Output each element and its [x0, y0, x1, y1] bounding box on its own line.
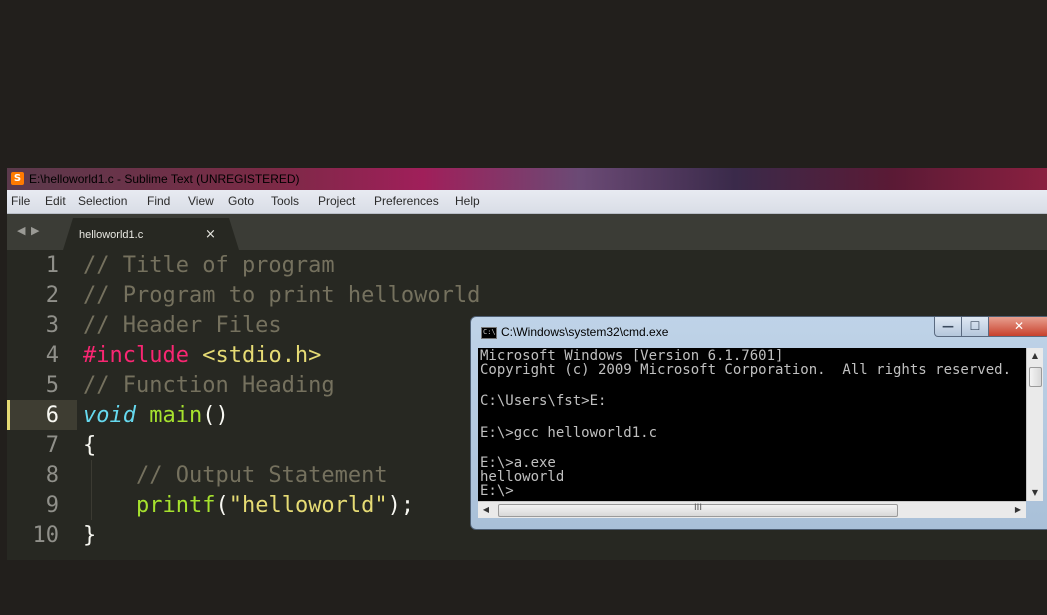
code-token: #include — [83, 343, 189, 368]
vertical-scroll-thumb[interactable] — [1029, 367, 1042, 387]
tab-nav-arrows-icon[interactable]: ◀ ▶ — [17, 224, 40, 237]
menu-project[interactable]: Project — [318, 194, 355, 208]
line-number: 9 — [45, 493, 59, 518]
code-token: void — [83, 403, 136, 428]
code-token: // Title of program — [83, 253, 335, 278]
code-token: } — [83, 523, 97, 548]
scroll-up-icon[interactable]: ▲ — [1027, 348, 1043, 364]
menu-help[interactable]: Help — [455, 194, 480, 208]
vertical-scrollbar[interactable]: ▲ ▼ — [1026, 348, 1043, 501]
tab-helloworld1[interactable]: helloworld1.c × — [63, 218, 239, 250]
menu-goto[interactable]: Goto — [228, 194, 254, 208]
line-number: 3 — [45, 313, 59, 338]
line-number: 2 — [45, 283, 59, 308]
code-text: } — [83, 523, 96, 548]
console-line: C:\Users\fst>E: — [480, 393, 607, 409]
line-number: 4 — [45, 343, 59, 368]
scroll-down-icon[interactable]: ▼ — [1027, 485, 1043, 501]
menu-selection[interactable]: Selection — [78, 194, 127, 208]
menu-preferences[interactable]: Preferences — [374, 194, 439, 208]
scroll-right-icon[interactable]: ▶ — [1010, 502, 1026, 518]
code-token: // Output Statement — [135, 463, 388, 488]
code-token: { — [83, 433, 97, 458]
maximize-button[interactable]: ☐ — [961, 317, 989, 337]
menu-file[interactable]: File — [11, 194, 30, 208]
code-text: void main() — [83, 403, 229, 428]
console-line: Copyright (c) 2009 Microsoft Corporation… — [480, 362, 1012, 378]
cmd-title: C:\Windows\system32\cmd.exe — [501, 325, 669, 339]
code-text: // Function Heading — [83, 373, 335, 398]
code-text: #include <stdio.h> — [83, 343, 321, 368]
console-line: E:\>gcc helloworld1.c — [480, 425, 658, 441]
title-bar: S E:\helloworld1.c - Sublime Text (UNREG… — [7, 168, 1047, 190]
line-number: 1 — [45, 253, 59, 278]
tab-bar: ◀ ▶ helloworld1.c × — [7, 214, 1047, 250]
menu-tools[interactable]: Tools — [271, 194, 299, 208]
cmd-window[interactable]: C:\ C:\Windows\system32\cmd.exe — ☐ ✕ Mi… — [470, 316, 1047, 530]
code-token: // Program to print helloworld — [83, 283, 481, 308]
code-token: printf — [135, 493, 216, 518]
menu-edit[interactable]: Edit — [45, 194, 66, 208]
tab-close-icon[interactable]: × — [205, 227, 216, 242]
code-line: 2 // Program to print helloworld — [7, 283, 1047, 313]
code-text: // Title of program — [83, 253, 335, 278]
sublime-logo-icon: S — [11, 172, 24, 185]
code-text: { — [83, 433, 96, 458]
code-token: main — [149, 403, 203, 428]
line-number: 6 — [45, 403, 59, 428]
code-token: // Function Heading — [83, 373, 335, 398]
horizontal-scroll-thumb[interactable]: III — [498, 503, 898, 517]
scroll-left-icon[interactable]: ◀ — [478, 502, 494, 518]
cmd-icon: C:\ — [481, 327, 497, 339]
console-output[interactable]: Microsoft Windows [Version 6.1.7601] Copy… — [478, 348, 1026, 501]
code-text: // Output Statement — [83, 463, 388, 488]
menu-find[interactable]: Find — [147, 194, 170, 208]
code-token: ); — [387, 493, 415, 518]
code-token: () — [202, 403, 229, 428]
line-number: 10 — [32, 523, 60, 548]
line-number: 7 — [45, 433, 59, 458]
menu-bar: File Edit Selection Find View Goto Tools… — [7, 190, 1047, 214]
close-button[interactable]: ✕ — [988, 317, 1047, 337]
tab-label: helloworld1.c — [79, 229, 144, 241]
line-number: 5 — [45, 373, 59, 398]
code-token: ( — [215, 493, 229, 518]
code-text: // Program to print helloworld — [83, 283, 480, 308]
code-text: printf("helloworld"); — [83, 493, 414, 518]
minimize-button[interactable]: — — [934, 317, 962, 337]
line-number: 8 — [45, 463, 59, 488]
code-token: <stdio.h> — [202, 343, 322, 368]
window-title: E:\helloworld1.c - Sublime Text (UNREGIS… — [29, 172, 300, 186]
code-token: "helloworld" — [228, 493, 388, 518]
code-text: // Header Files — [83, 313, 282, 338]
menu-view[interactable]: View — [188, 194, 214, 208]
horizontal-scrollbar[interactable]: ◀ III ▶ — [478, 501, 1026, 518]
code-token: // Header Files — [83, 313, 282, 338]
console-line: E:\> — [480, 483, 514, 499]
code-line: 1 // Title of program — [7, 253, 1047, 283]
